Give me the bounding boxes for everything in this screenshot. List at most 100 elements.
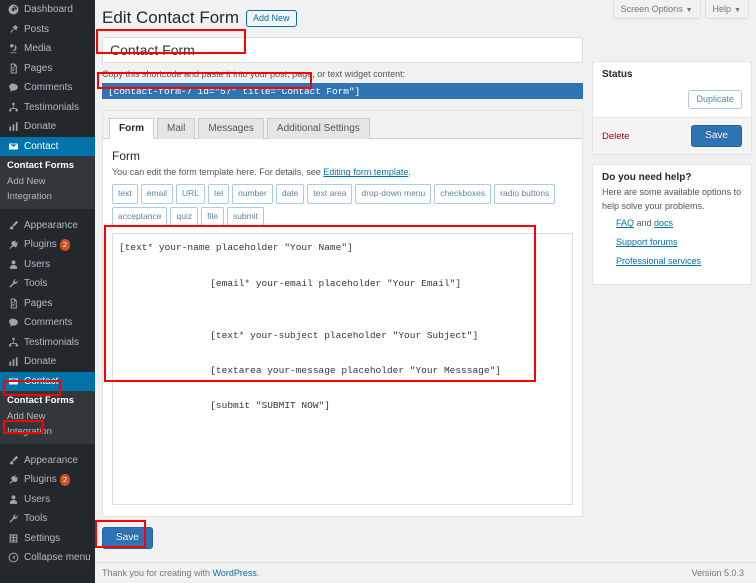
tag-button-email[interactable]: email bbox=[140, 184, 174, 204]
sidebar-separator bbox=[0, 209, 95, 216]
sidebar-item-appearance[interactable]: Appearance bbox=[0, 451, 95, 471]
sidebar-item-donate[interactable]: Donate bbox=[0, 352, 95, 372]
media-icon bbox=[6, 43, 20, 54]
update-count-badge: 2 bbox=[59, 474, 70, 486]
tab-form[interactable]: Form bbox=[109, 118, 154, 140]
tag-button-date[interactable]: date bbox=[275, 184, 305, 204]
side-save-button[interactable]: Save bbox=[691, 125, 742, 148]
sidebar-item-testimonials[interactable]: Testimonials bbox=[0, 98, 95, 118]
users-icon bbox=[6, 494, 20, 505]
duplicate-button[interactable]: Duplicate bbox=[688, 90, 742, 110]
sidebar-item-label: Settings bbox=[24, 532, 61, 544]
tag-button-text-area[interactable]: text area bbox=[307, 184, 353, 204]
tag-button-text[interactable]: text bbox=[112, 184, 138, 204]
help-link-row-support: Support forums bbox=[616, 237, 742, 247]
form-template-textarea[interactable] bbox=[112, 233, 573, 506]
tag-button-url[interactable]: URL bbox=[176, 184, 206, 204]
tag-button-drop-down-menu[interactable]: drop-down menu bbox=[355, 184, 432, 204]
sidebar-item-label: Tools bbox=[24, 278, 48, 289]
brush-icon bbox=[6, 455, 20, 466]
sidebar-separator bbox=[0, 444, 95, 451]
footer-version: Version 5.0.3 bbox=[691, 568, 744, 578]
dashboard-icon bbox=[6, 4, 20, 15]
panel-description-prefix: You can edit the form template here. For… bbox=[112, 167, 324, 178]
sidebar-item-pages[interactable]: Pages bbox=[0, 294, 95, 314]
form-title-input[interactable] bbox=[102, 37, 583, 64]
sidebar-item-comments[interactable]: Comments bbox=[0, 313, 95, 333]
sidebar-subitem-integration[interactable]: Integration bbox=[0, 424, 95, 440]
sidebar-item-contact[interactable]: Contact bbox=[0, 371, 95, 391]
update-count-badge: 2 bbox=[59, 239, 70, 251]
sidebar-item-contact[interactable]: Contact bbox=[0, 136, 95, 156]
tag-button-checkboxes[interactable]: checkboxes bbox=[434, 184, 492, 204]
sidebar-item-testimonials[interactable]: Testimonials bbox=[0, 333, 95, 353]
tag-button-radio-buttons[interactable]: radio buttons bbox=[494, 184, 556, 204]
page-wrap: Edit Contact Form Add New Copy this shor… bbox=[95, 0, 756, 550]
faq-link[interactable]: FAQ bbox=[616, 218, 634, 228]
sidebar-item-dashboard[interactable]: Dashboard bbox=[0, 0, 95, 20]
professional-services-link[interactable]: Professional services bbox=[616, 256, 701, 266]
users-icon bbox=[6, 259, 20, 270]
shortcode-input[interactable] bbox=[106, 84, 583, 98]
envelope-icon bbox=[6, 376, 20, 387]
footer-thanks-suffix: . bbox=[256, 568, 260, 578]
shortcode-box[interactable] bbox=[102, 83, 583, 100]
tab-messages[interactable]: Messages bbox=[198, 118, 264, 140]
tag-button-number[interactable]: number bbox=[232, 184, 273, 204]
add-new-button[interactable]: Add New bbox=[246, 9, 297, 27]
screen-options-button[interactable]: Screen Options ▼ bbox=[612, 1, 701, 19]
sidebar-item-label: Contact bbox=[24, 375, 59, 387]
sidebar-subitem-add-new[interactable]: Add New bbox=[0, 409, 95, 425]
collapse-icon bbox=[6, 552, 20, 563]
sidebar-item-collapse-menu[interactable]: Collapse menu bbox=[0, 548, 95, 568]
admin-footer: Thank you for creating with WordPress. V… bbox=[95, 562, 756, 583]
docs-link[interactable]: docs bbox=[654, 218, 673, 228]
tools-icon bbox=[6, 278, 20, 289]
sidebar-item-pages[interactable]: Pages bbox=[0, 59, 95, 79]
sidebar-item-posts[interactable]: Posts bbox=[0, 20, 95, 40]
sidebar-item-users[interactable]: Users bbox=[0, 255, 95, 275]
help-button[interactable]: Help ▼ bbox=[704, 1, 749, 19]
sidebar-item-users[interactable]: Users bbox=[0, 490, 95, 510]
testimonials-icon bbox=[6, 102, 20, 113]
sidebar-item-plugins[interactable]: Plugins 2 bbox=[0, 470, 95, 490]
sidebar-item-appearance[interactable]: Appearance bbox=[0, 216, 95, 236]
sidebar-item-label: Dashboard bbox=[24, 4, 73, 15]
panel-heading: Form bbox=[112, 149, 140, 164]
sidebar-item-plugins[interactable]: Plugins 2 bbox=[0, 235, 95, 255]
sidebar-item-media[interactable]: Media bbox=[0, 39, 95, 59]
tag-button-tel[interactable]: tel bbox=[208, 184, 230, 204]
main-content-area: Screen Options ▼ Help ▼ Edit Contact Form … bbox=[95, 0, 756, 583]
admin-sidebar: Dashboard Posts Media Pages Comments Testimon… bbox=[0, 0, 95, 583]
sidebar-subitem-integration[interactable]: Integration bbox=[0, 189, 95, 205]
delete-link[interactable]: Delete bbox=[602, 131, 629, 142]
tag-button-quiz[interactable]: quiz bbox=[170, 206, 199, 227]
sidebar-subitem-add-new[interactable]: Add New bbox=[0, 174, 95, 190]
bottom-save-button[interactable]: Save bbox=[102, 527, 153, 550]
sidebar-item-donate[interactable]: Donate bbox=[0, 117, 95, 137]
tag-generator-buttons: text email URL tel number date text area drop-d… bbox=[112, 184, 573, 227]
sidebar-item-comments[interactable]: Comments bbox=[0, 78, 95, 98]
sidebar-item-tools[interactable]: Tools bbox=[0, 509, 95, 529]
status-metabox: Status Duplicate Delete Save bbox=[592, 61, 752, 156]
side-column: Status Duplicate Delete Save Do you need… bbox=[592, 61, 752, 294]
tag-button-submit[interactable]: submit bbox=[226, 206, 264, 227]
comment-icon bbox=[6, 82, 20, 93]
tab-additional-settings[interactable]: Additional Settings bbox=[266, 118, 370, 140]
sidebar-item-settings[interactable]: Settings bbox=[0, 529, 95, 549]
sidebar-submenu: Contact Forms Add New Integration bbox=[0, 391, 95, 444]
footer-thanks-prefix: Thank you for creating with bbox=[102, 568, 213, 578]
columns-layout: Copy this shortcode and paste it into yo… bbox=[102, 37, 752, 550]
tab-mail[interactable]: Mail bbox=[157, 118, 196, 140]
panel-description: You can edit the form template here. For… bbox=[112, 167, 573, 177]
sidebar-subitem-contact-forms[interactable]: Contact Forms bbox=[0, 393, 95, 409]
sidebar-item-tools[interactable]: Tools bbox=[0, 274, 95, 294]
support-forums-link[interactable]: Support forums bbox=[616, 237, 678, 247]
settings-icon bbox=[6, 533, 20, 544]
tag-button-file[interactable]: file bbox=[201, 206, 224, 227]
sidebar-subitem-contact-forms[interactable]: Contact Forms bbox=[0, 158, 95, 174]
tag-button-acceptance[interactable]: acceptance bbox=[112, 206, 168, 227]
editing-form-template-link[interactable]: Editing form template bbox=[323, 167, 408, 177]
wordpress-link[interactable]: WordPress bbox=[213, 568, 257, 578]
main-column: Copy this shortcode and paste it into yo… bbox=[102, 37, 583, 550]
